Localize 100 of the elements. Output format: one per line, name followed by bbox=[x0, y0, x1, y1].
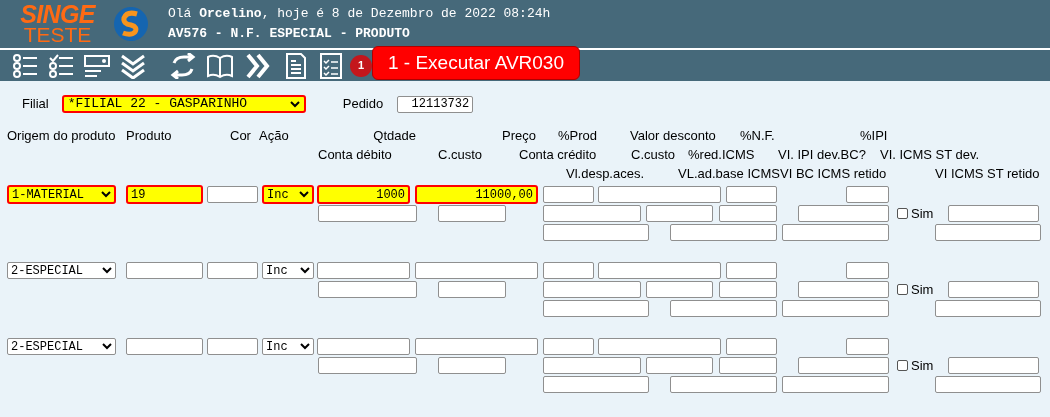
input-field[interactable] bbox=[317, 262, 410, 279]
input-field[interactable] bbox=[598, 186, 721, 203]
origin-select[interactable]: 1-MATERIAL bbox=[7, 185, 116, 204]
screen-title: AV576 - N.F. ESPECIAL - PRODUTO bbox=[168, 25, 411, 43]
input-field[interactable] bbox=[798, 205, 889, 222]
product-field[interactable] bbox=[126, 262, 203, 279]
input-field[interactable] bbox=[670, 224, 777, 241]
input-field[interactable] bbox=[318, 281, 417, 298]
input-field[interactable] bbox=[935, 224, 1041, 241]
input-field[interactable] bbox=[726, 262, 777, 279]
checklist-icon[interactable] bbox=[48, 52, 74, 79]
input-field[interactable] bbox=[719, 357, 777, 374]
input-field[interactable] bbox=[318, 357, 417, 374]
input-field[interactable] bbox=[719, 281, 777, 298]
origin-select[interactable]: 2-ESPECIAL bbox=[7, 338, 116, 355]
column-label: Ação bbox=[259, 127, 290, 145]
input-field[interactable] bbox=[543, 186, 594, 203]
input-field[interactable] bbox=[646, 357, 713, 374]
sim-checkbox[interactable] bbox=[897, 208, 908, 219]
column-label: %N.F. bbox=[740, 127, 776, 145]
list-icon[interactable] bbox=[12, 52, 38, 79]
input-field[interactable]: 1000 bbox=[317, 185, 410, 204]
input-field[interactable]: 11000,00 bbox=[415, 185, 538, 204]
color-field[interactable] bbox=[207, 186, 258, 203]
column-label: %IPI bbox=[860, 127, 889, 145]
input-field[interactable] bbox=[798, 357, 889, 374]
checkbox-label: Sim bbox=[911, 204, 934, 223]
input-field[interactable] bbox=[935, 376, 1041, 393]
caret-icon bbox=[300, 267, 310, 274]
column-label: VI. IPI dev.BC? bbox=[778, 146, 867, 164]
input-field[interactable] bbox=[670, 376, 777, 393]
caret-icon bbox=[300, 343, 310, 350]
product-field[interactable]: 19 bbox=[126, 185, 203, 204]
input-field[interactable] bbox=[782, 300, 889, 317]
input-field[interactable] bbox=[846, 338, 889, 355]
input-field[interactable] bbox=[543, 376, 649, 393]
column-label: VI. ICMS ST dev. bbox=[880, 146, 980, 164]
input-field[interactable] bbox=[782, 224, 889, 241]
input-field[interactable] bbox=[948, 357, 1040, 374]
sim-checkbox[interactable] bbox=[897, 284, 908, 295]
input-field[interactable] bbox=[543, 224, 649, 241]
input-field[interactable] bbox=[846, 186, 889, 203]
input-field[interactable] bbox=[438, 281, 506, 298]
greeting-text: Olá Orcelino, hoje é 8 de Dezembro de 2022 08:24h bbox=[168, 5, 551, 23]
input-field[interactable] bbox=[646, 281, 713, 298]
input-field[interactable] bbox=[318, 205, 417, 222]
action-select[interactable]: Inc bbox=[262, 185, 314, 204]
input-field[interactable] bbox=[719, 205, 777, 222]
input-field[interactable] bbox=[415, 262, 538, 279]
column-label: Cor bbox=[230, 127, 252, 145]
input-field[interactable] bbox=[782, 376, 889, 393]
input-field[interactable] bbox=[543, 300, 649, 317]
checkbox-label: Sim bbox=[911, 356, 934, 375]
logo-text: SINGE bbox=[20, 3, 95, 25]
chevrons-right-icon[interactable] bbox=[245, 52, 271, 79]
input-field[interactable] bbox=[935, 300, 1041, 317]
input-field[interactable] bbox=[543, 281, 641, 298]
input-field[interactable] bbox=[726, 186, 777, 203]
input-field[interactable] bbox=[726, 338, 777, 355]
sim-checkbox[interactable] bbox=[897, 360, 908, 371]
color-field[interactable] bbox=[207, 262, 258, 279]
pedido-field[interactable]: 12113732 bbox=[397, 95, 474, 113]
input-field[interactable] bbox=[948, 281, 1040, 298]
input-field[interactable] bbox=[317, 338, 410, 355]
column-label: VI BC ICMS retido bbox=[780, 165, 888, 183]
chevrons-down-icon[interactable] bbox=[120, 52, 146, 79]
column-label: %red.ICMS bbox=[688, 146, 756, 164]
field-label: Filial bbox=[22, 95, 49, 114]
action-select[interactable]: Inc bbox=[262, 262, 314, 279]
form-search-icon[interactable] bbox=[84, 52, 110, 79]
document-icon[interactable] bbox=[283, 52, 309, 79]
column-label: Qtdade bbox=[372, 127, 416, 145]
input-field[interactable] bbox=[598, 262, 721, 279]
caret-icon bbox=[102, 343, 112, 350]
tooltip[interactable]: 1 - Executar AVR030 bbox=[372, 46, 580, 80]
input-field[interactable] bbox=[543, 338, 594, 355]
caret-icon bbox=[299, 191, 309, 198]
input-field[interactable] bbox=[670, 300, 777, 317]
color-field[interactable] bbox=[207, 338, 258, 355]
input-field[interactable] bbox=[543, 357, 641, 374]
input-field[interactable] bbox=[543, 262, 594, 279]
input-field[interactable] bbox=[948, 205, 1040, 222]
input-field[interactable] bbox=[846, 262, 889, 279]
input-field[interactable] bbox=[438, 205, 506, 222]
input-field[interactable] bbox=[646, 205, 713, 222]
input-field[interactable] bbox=[438, 357, 506, 374]
origin-select[interactable]: 2-ESPECIAL bbox=[7, 262, 116, 279]
input-field[interactable] bbox=[415, 338, 538, 355]
filial-select[interactable]: *FILIAL 22 - GASPARINHO bbox=[61, 95, 306, 113]
product-field[interactable] bbox=[126, 338, 203, 355]
caret-icon bbox=[101, 191, 111, 198]
action-select[interactable]: Inc bbox=[262, 338, 314, 355]
input-field[interactable] bbox=[543, 205, 641, 222]
checklist-document-icon[interactable] bbox=[318, 52, 344, 79]
checkbox-label: Sim bbox=[911, 280, 934, 299]
column-label: Conta crédito bbox=[519, 146, 598, 164]
input-field[interactable] bbox=[798, 281, 889, 298]
input-field[interactable] bbox=[598, 338, 721, 355]
refresh-icon[interactable] bbox=[170, 52, 196, 79]
book-icon[interactable] bbox=[207, 52, 233, 79]
